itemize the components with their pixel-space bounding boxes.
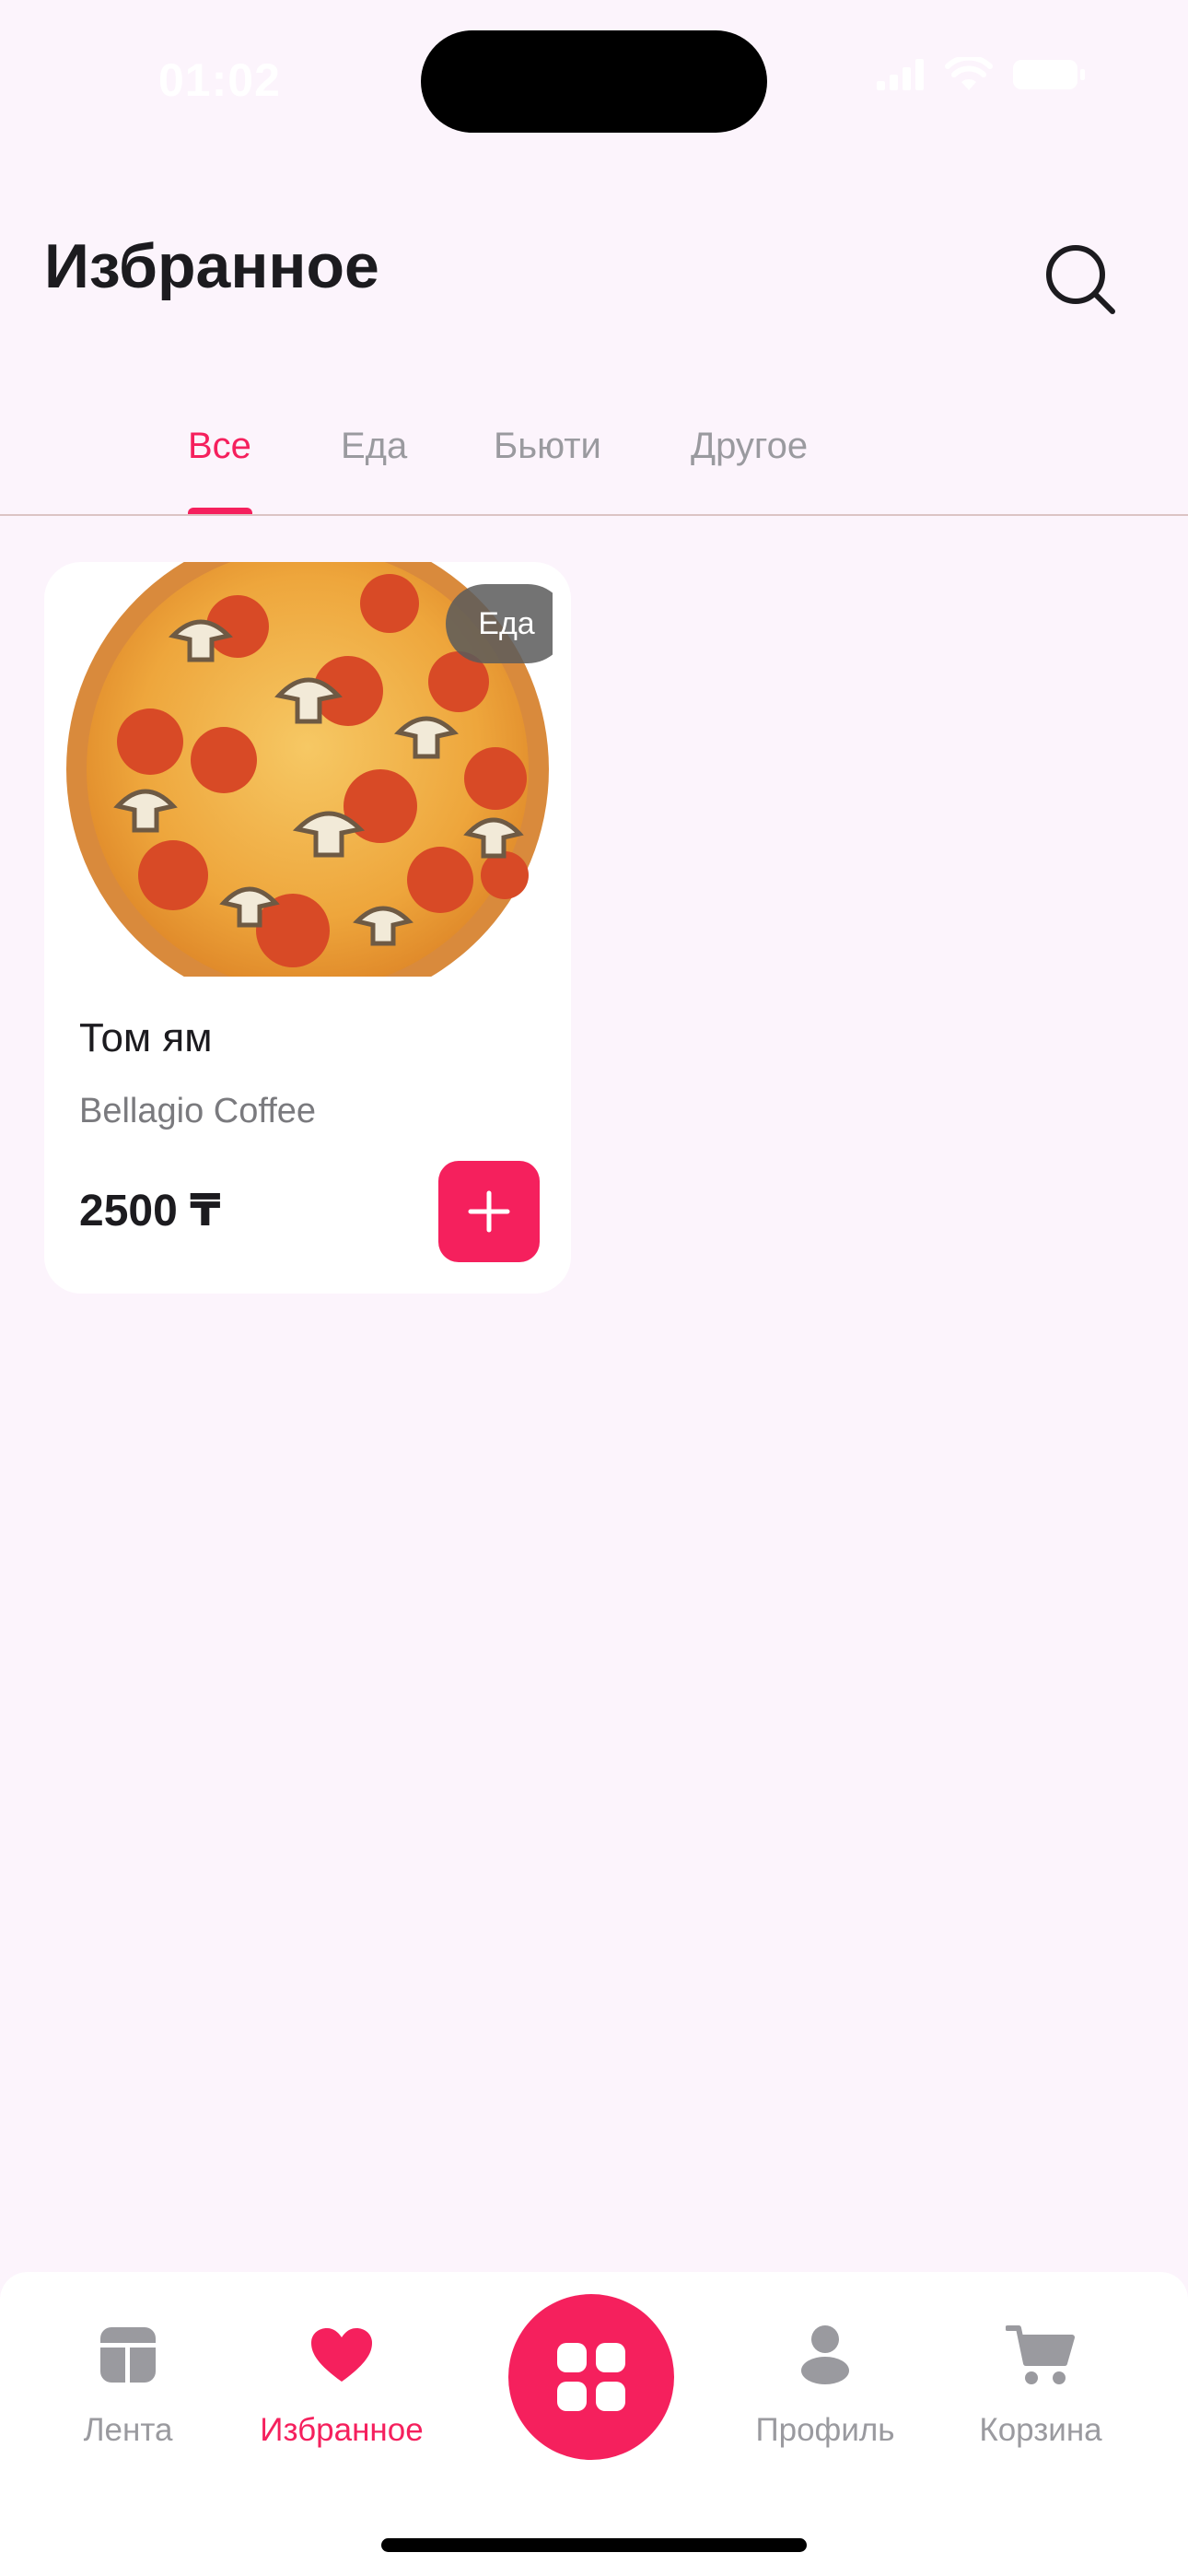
nav-label-favorites: Избранное: [260, 2412, 424, 2448]
profile-icon: [801, 2325, 849, 2384]
grid-icon: [557, 2343, 625, 2411]
product-name: Том ям: [79, 1015, 213, 1060]
battery-icon: [1013, 60, 1085, 89]
home-indicator: [381, 2538, 807, 2552]
catalog-button[interactable]: [508, 2294, 674, 2460]
dynamic-island: [421, 30, 767, 133]
search-icon: [1046, 245, 1115, 314]
cart-icon: [1006, 2325, 1075, 2384]
nav-item-cart[interactable]: Корзина: [935, 2318, 1147, 2484]
category-badge: Еда: [446, 584, 553, 663]
bottom-nav: Лента Избранное Профиль Корзина: [0, 2272, 1188, 2576]
nav-item-feed[interactable]: Лента: [22, 2318, 234, 2484]
tabs-divider: [0, 514, 1188, 516]
page-title: Избранное: [44, 231, 379, 301]
product-card[interactable]: Еда Том ям Bellagio Coffee 2500 ₸: [44, 562, 571, 1294]
store-name: Bellagio Coffee: [79, 1092, 317, 1130]
status-icons: [877, 57, 1085, 92]
tab-other[interactable]: Другое: [691, 426, 808, 467]
favorites-screen: 01:02 Избранное Все Еда Бьюти Другое Еда…: [0, 0, 1188, 2576]
tab-beauty[interactable]: Бьюти: [494, 426, 601, 467]
plus-icon: [468, 1190, 510, 1233]
category-tabs: Все Еда Бьюти Другое: [0, 396, 1188, 516]
wifi-icon: [945, 57, 993, 90]
pizza-image: Еда: [63, 562, 553, 977]
nav-item-profile[interactable]: Профиль: [719, 2318, 931, 2484]
nav-label-feed: Лента: [83, 2412, 173, 2448]
status-time: 01:02: [158, 54, 281, 106]
nav-item-favorites[interactable]: Избранное: [236, 2318, 448, 2484]
heart-icon: [311, 2328, 372, 2382]
signal-icon: [877, 59, 924, 90]
nav-label-cart: Корзина: [979, 2412, 1102, 2448]
search-button[interactable]: [1037, 236, 1122, 321]
tab-all[interactable]: Все: [188, 426, 251, 467]
feed-icon: [100, 2327, 156, 2383]
tab-food[interactable]: Еда: [341, 426, 407, 467]
add-to-cart-button[interactable]: [438, 1161, 540, 1262]
nav-label-profile: Профиль: [755, 2412, 895, 2448]
product-price: 2500 ₸: [79, 1187, 221, 1235]
